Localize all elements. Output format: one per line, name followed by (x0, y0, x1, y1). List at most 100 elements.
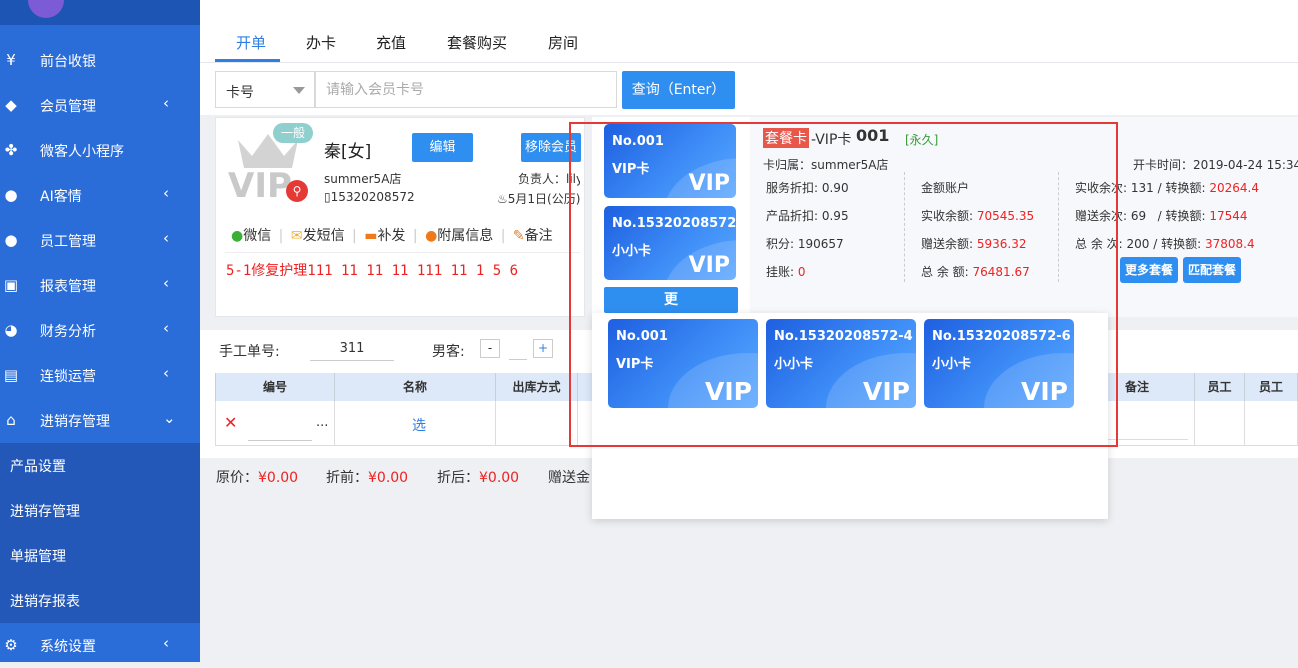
action-remark[interactable]: ✎备注 (513, 228, 553, 244)
sidebar-item-label: 系统设置 (40, 639, 96, 655)
more-packages-button[interactable]: 更多套餐 (1120, 257, 1178, 283)
sidebar-item-cashier[interactable]: ¥ 前台收银 (0, 38, 200, 83)
member-actions: ●微信 | ✉发短信 | ▬补发 | ●附属信息 | ✎备注 (231, 225, 581, 245)
diamond-icon: ◆ (5, 96, 17, 114)
tab-bar (200, 0, 1298, 64)
value: ¥0.00 (368, 470, 409, 486)
label: 原价： (216, 470, 258, 486)
sidebar-subitem-label: 进销存管理 (10, 504, 80, 520)
chevron-left-icon: ‹ (163, 184, 169, 202)
table-row-code: ✕ ... (215, 401, 335, 446)
pie-chart-icon: ◕ (4, 321, 18, 339)
value: ¥0.00 (258, 470, 299, 486)
sidebar-subitem-inventory-manage[interactable]: 进销存管理 (0, 488, 200, 533)
gear-icon: ⚙ (4, 636, 18, 654)
divider: | (352, 228, 357, 244)
sidebar-item-label: 会员管理 (40, 99, 96, 115)
sidebar-item-miniprogram[interactable]: ✤ 微客人小程序 (0, 128, 200, 173)
gift-amount-label: 赠送金 (548, 470, 590, 486)
chevron-left-icon: ‹ (163, 274, 169, 292)
male-count-field[interactable] (509, 340, 527, 360)
price-before: 折前：¥0.00 (326, 467, 408, 487)
label: / 转换额: (1157, 209, 1206, 223)
sidebar-item-settings[interactable]: ⚙ 系统设置 ‹ (0, 623, 200, 668)
sidebar-item-label: 前台收银 (40, 54, 96, 70)
sidebar-subitem-label: 产品设置 (10, 459, 66, 475)
action-wechat[interactable]: ●微信 (231, 228, 271, 244)
query-button[interactable]: 查询（Enter） (622, 71, 735, 109)
divider: | (412, 228, 418, 244)
label: / 转换额: (1153, 237, 1202, 251)
table-row-name: 选 (335, 401, 496, 446)
sidebar-item-label: 微客人小程序 (40, 144, 124, 160)
sidebar-item-finance[interactable]: ◕ 财务分析 ‹ (0, 308, 200, 353)
sidebar-item-reports[interactable]: ▣ 报表管理 ‹ (0, 263, 200, 308)
member-note: 5-1修复护理111 11 11 11 111 11 1 5 6 (226, 263, 519, 279)
mail-icon: ✉ (290, 228, 303, 244)
edit-member-button[interactable]: 编辑 (412, 133, 473, 162)
code-field[interactable] (248, 423, 312, 441)
more-dots-button[interactable]: ... (316, 415, 328, 430)
vip-logo-text: VIP (228, 166, 292, 206)
chevron-left-icon: ‹ (163, 634, 169, 652)
sidebar-item-inventory[interactable]: ⌂ 进销存管理 ⌄ (0, 398, 200, 443)
price-after: 折后：¥0.00 (437, 467, 519, 487)
label: 折后： (437, 470, 479, 486)
cake-icon: ♨ (497, 192, 508, 206)
sidebar-subitem-documents[interactable]: 单据管理 (0, 533, 200, 578)
tab-recharge[interactable]: 充值 (376, 32, 406, 53)
column-header-outbound: 出库方式 (496, 373, 578, 401)
home-icon: ⌂ (6, 411, 16, 429)
male-minus-button[interactable]: - (480, 339, 500, 358)
building-icon: ▤ (3, 366, 19, 384)
sidebar-item-label: AI客情 (40, 189, 82, 205)
user-icon: ● (4, 231, 18, 249)
column-header-staff: 员工 (1195, 373, 1245, 401)
action-label: 备注 (524, 228, 553, 244)
clover-icon: ✤ (4, 141, 18, 159)
divider (225, 252, 580, 253)
delete-row-icon[interactable]: ✕ (224, 413, 237, 432)
tab-room[interactable]: 房间 (548, 32, 578, 53)
sidebar-item-staff[interactable]: ● 员工管理 ‹ (0, 218, 200, 263)
search-type-select[interactable]: 卡号 (215, 71, 315, 108)
attachment-icon: ● (425, 228, 438, 244)
highlight-box (569, 122, 1118, 447)
member-level-badge: 一般 (273, 123, 313, 143)
action-reissue[interactable]: ▬补发 (364, 228, 405, 244)
sidebar-subitem-inventory-report[interactable]: 进销存报表 (0, 578, 200, 623)
zoom-search-icon[interactable]: ⚲ (286, 180, 308, 202)
select-item-link[interactable]: 选 (412, 415, 426, 435)
sidebar-item-members[interactable]: ◆ 会员管理 ‹ (0, 83, 200, 128)
table-row-outbound (496, 401, 578, 446)
sidebar-subitem-product-settings[interactable]: 产品设置 (0, 443, 200, 488)
action-attachments[interactable]: ●附属信息 (425, 228, 493, 244)
user-ai-icon: ● (4, 186, 18, 204)
sidebar-item-label: 报表管理 (40, 279, 96, 295)
action-label: 发短信 (302, 228, 345, 244)
member-name: 秦[女] (324, 142, 372, 162)
sidebar-subitem-label: 单据管理 (10, 549, 66, 565)
action-label: 附属信息 (437, 228, 494, 244)
tab-open-order[interactable]: 开单 (236, 32, 266, 53)
column-header-staff-2: 员工 (1245, 373, 1298, 401)
table-row-staff (1195, 401, 1245, 446)
member-card-input[interactable] (315, 71, 617, 108)
tab-card-issue[interactable]: 办卡 (306, 32, 336, 53)
tab-package-buy[interactable]: 套餐购买 (447, 32, 507, 53)
chevron-left-icon: ‹ (163, 319, 169, 337)
phone-icon: ▯ (324, 190, 331, 204)
sidebar-item-chain[interactable]: ▤ 连锁运营 ‹ (0, 353, 200, 398)
match-packages-button[interactable]: 匹配套餐 (1183, 257, 1241, 283)
action-sms[interactable]: ✉发短信 (291, 228, 345, 244)
manual-no-field[interactable]: 311 (310, 341, 394, 361)
value: ¥0.00 (479, 470, 520, 486)
reissue-icon: ▬ (364, 228, 378, 244)
column-header-code: 编号 (215, 373, 335, 401)
male-plus-button[interactable]: + (533, 339, 553, 358)
sidebar-item-label: 员工管理 (40, 234, 96, 250)
value: 20264.4 (1209, 181, 1259, 195)
sidebar-item-ai[interactable]: ● AI客情 ‹ (0, 173, 200, 218)
caret-down-icon (293, 87, 305, 94)
member-phone: ▯15320208572 (324, 190, 415, 204)
